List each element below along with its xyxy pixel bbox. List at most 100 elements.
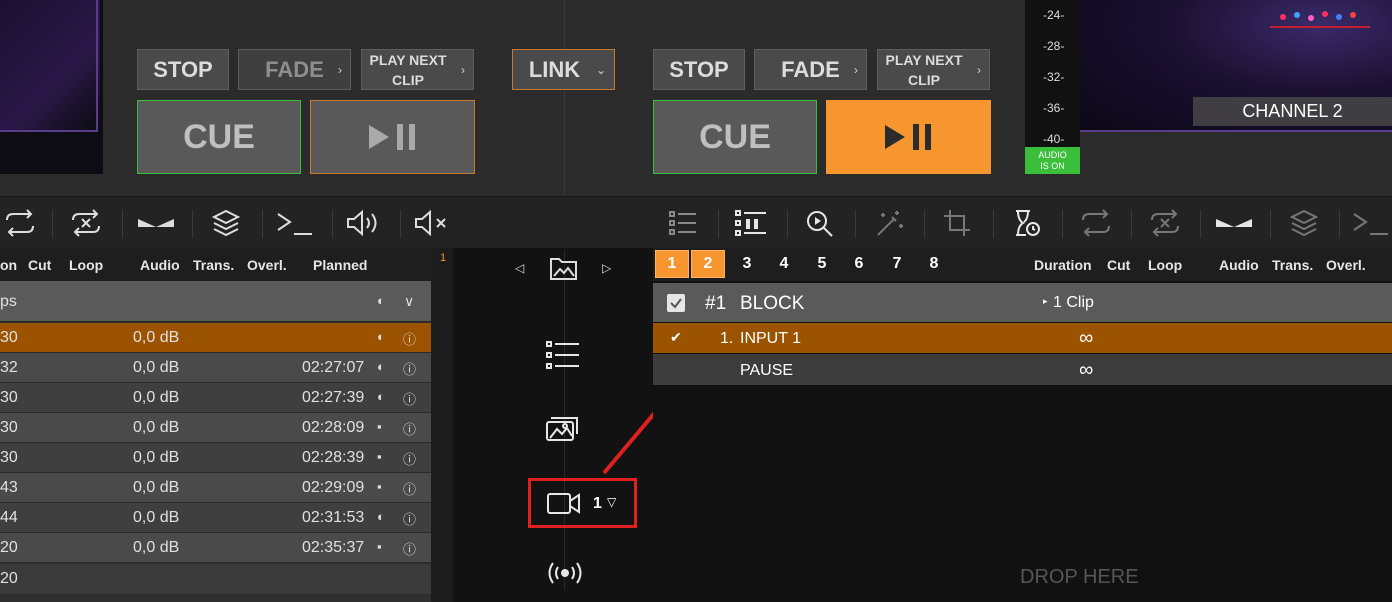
dot-icon: ▪ <box>377 479 382 494</box>
left-fade-button[interactable]: FADE › <box>238 49 351 90</box>
tab-2[interactable]: 2 <box>691 250 725 278</box>
tab-6[interactable]: 6 <box>842 250 876 278</box>
info-icon[interactable]: ⓘ <box>403 479 416 498</box>
right-play-pause-button[interactable] <box>826 100 991 174</box>
tab-4[interactable]: 4 <box>767 250 801 278</box>
loop-off-icon[interactable] <box>1145 205 1185 241</box>
loop-off-icon[interactable] <box>66 205 106 241</box>
col-duration-header[interactable]: on <box>0 257 17 273</box>
table-row[interactable]: 44 0,0 dB 02:31:53 ◐ ⓘ <box>0 503 431 533</box>
info-icon[interactable]: ⓘ <box>403 419 416 438</box>
row-duration: 20 <box>0 539 18 556</box>
transition-icon[interactable] <box>136 205 176 241</box>
left-play-pause-button[interactable] <box>310 100 475 174</box>
volume-icon[interactable] <box>344 205 384 241</box>
stream-icon[interactable] <box>545 558 585 593</box>
right-cue-button[interactable]: CUE <box>653 100 817 174</box>
col-loop-header[interactable]: Loop <box>1148 257 1182 273</box>
right-fade-button[interactable]: FADE › <box>754 49 867 90</box>
media-library-icon[interactable] <box>545 414 581 449</box>
loop-icon[interactable] <box>0 205 40 241</box>
info-icon[interactable]: ⓘ <box>403 359 416 378</box>
arrow-right-icon[interactable]: ▷ <box>602 261 611 275</box>
playlist-icon[interactable] <box>545 340 581 375</box>
list-item[interactable]: PAUSE ∞ <box>653 354 1392 385</box>
info-icon[interactable]: ⓘ <box>403 509 416 528</box>
col-duration-header[interactable]: Duration <box>1034 257 1092 273</box>
col-cut-header[interactable]: Cut <box>28 257 51 273</box>
block-number: #1 <box>705 293 727 314</box>
right-play-next-button[interactable]: PLAY NEXT CLIP › <box>877 49 990 90</box>
tab-1[interactable]: 1 <box>655 250 689 278</box>
chevron-down-icon[interactable]: ∨ <box>404 293 414 310</box>
table-row[interactable]: 43 0,0 dB 02:29:09 ▪ ⓘ <box>0 473 431 503</box>
play-pause-icon <box>884 124 931 150</box>
col-planned-header[interactable]: Planned <box>313 257 367 273</box>
right-stop-button[interactable]: STOP <box>653 49 745 90</box>
table-row[interactable]: 30 0,0 dB ◐ ⓘ <box>0 323 431 353</box>
left-play-next-button[interactable]: PLAY NEXT CLIP › <box>361 49 474 90</box>
col-overlay-header[interactable]: Overl. <box>1326 257 1366 273</box>
row-planned: 02:29:09 <box>302 479 365 496</box>
left-cue-button[interactable]: CUE <box>137 100 301 174</box>
block-name: BLOCK <box>740 293 805 314</box>
col-transition-header[interactable]: Trans. <box>1272 257 1313 273</box>
block-row[interactable]: #1 BLOCK ▸ 1 Clip <box>653 283 1392 322</box>
camera-count: 1 <box>593 495 602 512</box>
table-row[interactable]: 20 <box>0 564 431 595</box>
info-icon[interactable]: ⓘ <box>403 329 416 348</box>
layers-icon[interactable] <box>1284 205 1324 241</box>
row-audio: 0,0 dB <box>133 389 180 406</box>
mute-icon[interactable] <box>412 205 452 241</box>
half-circle-icon: ◐ <box>377 389 385 404</box>
hourglass-clock-icon[interactable] <box>1007 205 1047 241</box>
table-row[interactable]: 32 0,0 dB 02:27:07 ◐ ⓘ <box>0 353 431 383</box>
table-row[interactable]: 30 0,0 dB 02:28:39 ▪ ⓘ <box>0 443 431 473</box>
tab-5[interactable]: 5 <box>805 250 839 278</box>
camera-input-selector[interactable]: 1 ▽ <box>528 478 637 528</box>
crop-icon[interactable] <box>938 205 978 241</box>
col-loop-header[interactable]: Loop <box>69 257 103 273</box>
list-pause-icon[interactable] <box>731 205 771 241</box>
right-stop-label: STOP <box>669 56 729 82</box>
image-folder-icon[interactable] <box>549 254 579 287</box>
script-icon[interactable] <box>1350 205 1390 241</box>
col-transition-header[interactable]: Trans. <box>193 257 234 273</box>
block-clip-count: 1 Clip <box>1053 294 1094 311</box>
info-icon[interactable]: ⓘ <box>403 389 416 408</box>
table-row[interactable]: 20 0,0 dB 02:35:37 ▪ ⓘ <box>0 533 431 563</box>
right-preview: CHANNEL 2 <box>1080 0 1392 132</box>
left-stop-button[interactable]: STOP <box>137 49 229 90</box>
row-audio: 0,0 dB <box>133 509 180 526</box>
link-dropdown[interactable]: LINK ⌄ <box>512 49 615 90</box>
col-audio-header[interactable]: Audio <box>1219 257 1259 273</box>
info-icon[interactable]: ⓘ <box>403 449 416 468</box>
tab-3[interactable]: 3 <box>730 250 764 278</box>
check-icon <box>670 298 682 309</box>
info-icon[interactable]: ⓘ <box>403 539 416 558</box>
col-overlay-header[interactable]: Overl. <box>247 257 287 273</box>
playlist-group-row[interactable]: ps ◐ ∨ <box>0 281 431 322</box>
row-audio: 0,0 dB <box>133 419 180 436</box>
tab-7[interactable]: 7 <box>880 250 914 278</box>
camera-icon <box>547 493 580 514</box>
toolbar-divider <box>52 210 53 238</box>
left-play-next-label: PLAY NEXT CLIP <box>369 51 447 88</box>
tab-8[interactable]: 8 <box>917 250 951 278</box>
toolbar-divider <box>192 210 193 238</box>
block-checkbox[interactable] <box>667 294 685 312</box>
magic-wand-icon[interactable] <box>869 205 909 241</box>
item-duration: ∞ <box>1079 359 1094 381</box>
script-icon[interactable] <box>274 205 314 241</box>
table-row[interactable]: 30 0,0 dB 02:27:39 ◐ ⓘ <box>0 383 431 413</box>
transition-icon[interactable] <box>1214 205 1254 241</box>
list-item[interactable]: ✔ 1. INPUT 1 ∞ <box>653 323 1392 353</box>
arrow-left-icon[interactable]: ◁ <box>515 261 524 275</box>
layers-icon[interactable] <box>206 205 246 241</box>
loop-icon[interactable] <box>1076 205 1116 241</box>
search-play-icon[interactable] <box>800 205 840 241</box>
col-cut-header[interactable]: Cut <box>1107 257 1130 273</box>
col-audio-header[interactable]: Audio <box>140 257 180 273</box>
list-icon[interactable] <box>663 205 703 241</box>
table-row[interactable]: 30 0,0 dB 02:28:09 ▪ ⓘ <box>0 413 431 443</box>
